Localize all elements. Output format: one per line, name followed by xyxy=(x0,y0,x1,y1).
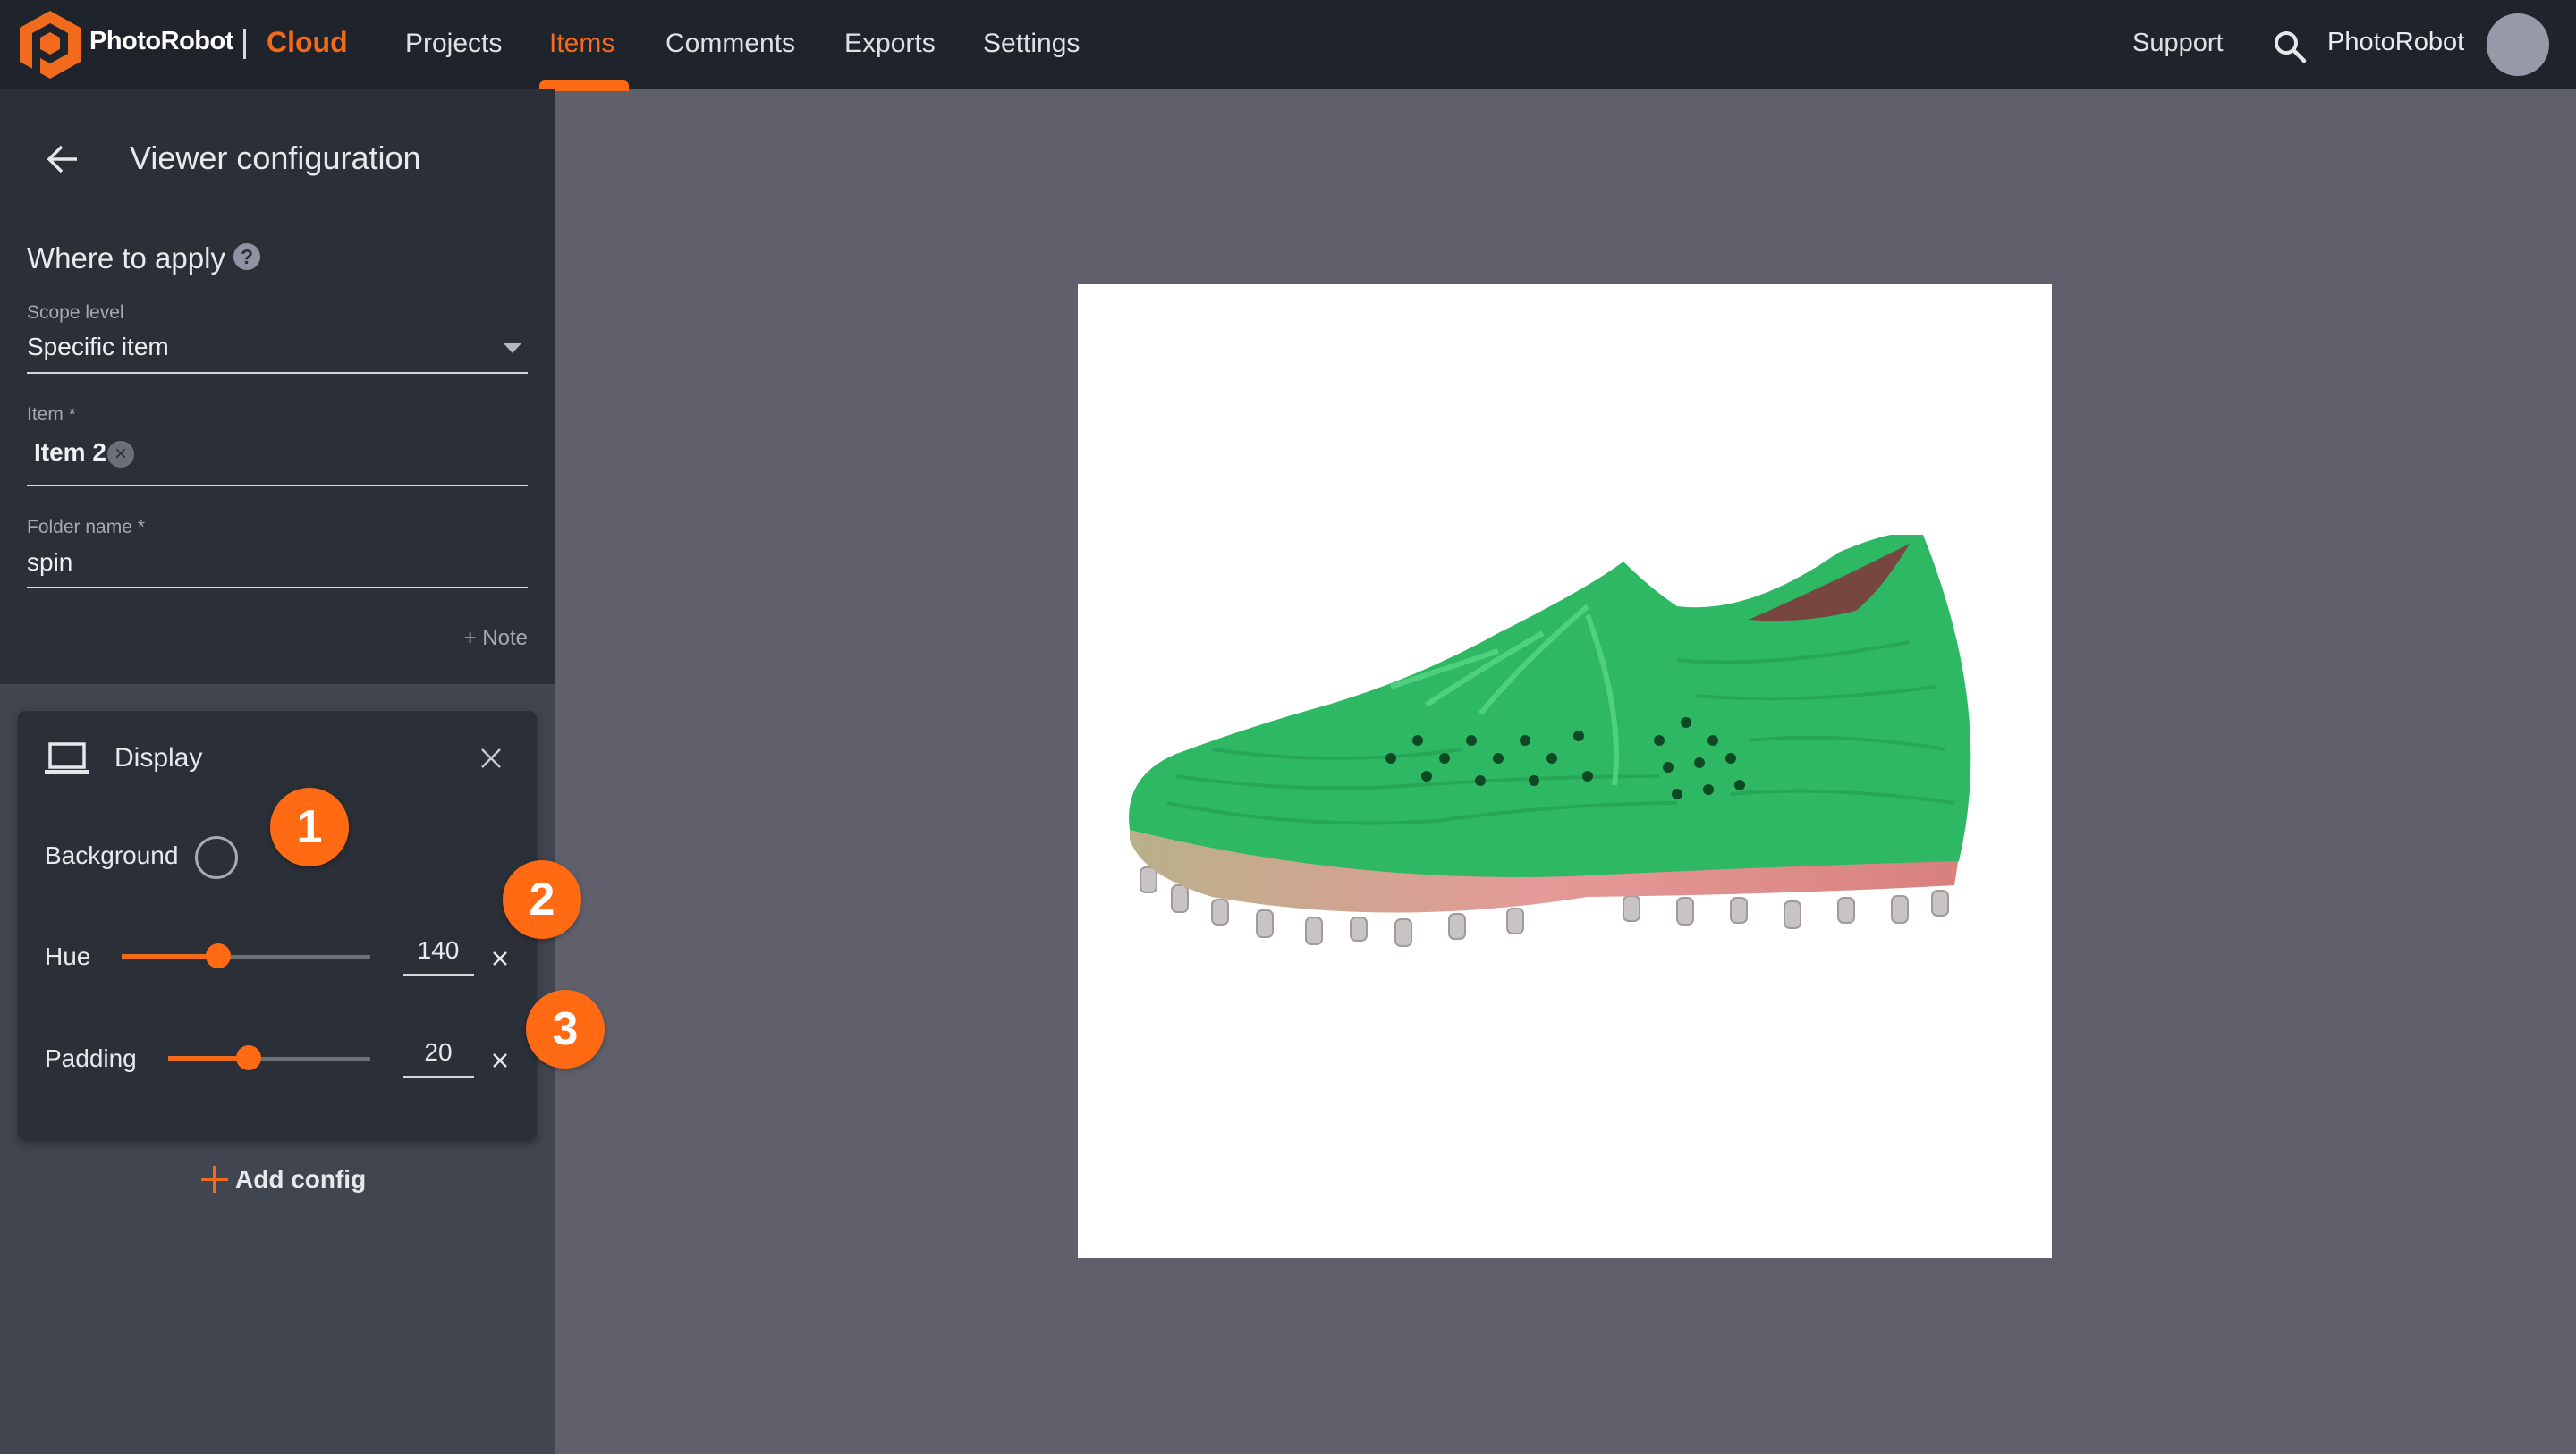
chevron-down-icon[interactable] xyxy=(504,343,521,353)
nav-exports[interactable]: Exports xyxy=(844,29,936,59)
hue-label: Hue xyxy=(45,943,91,970)
slider-thumb[interactable] xyxy=(236,1045,262,1070)
section-title: Where to apply xyxy=(27,241,225,275)
annotation-badge-2: 2 xyxy=(503,860,581,939)
item-field-underline xyxy=(27,485,528,486)
brand-name[interactable]: PhotoRobot xyxy=(89,27,233,56)
top-navigation-bar: PhotoRobot Cloud Projects Items Comments… xyxy=(0,0,2576,91)
nav-projects[interactable]: Projects xyxy=(405,29,502,59)
clear-hue-icon[interactable] xyxy=(490,949,510,968)
padding-value-input[interactable]: 20 xyxy=(402,1038,474,1078)
folder-name-label: Folder name * xyxy=(27,517,145,537)
slider-fill xyxy=(122,954,219,959)
help-icon[interactable]: ? xyxy=(233,243,260,270)
card-title: Display xyxy=(114,743,203,773)
viewer-preview[interactable] xyxy=(1078,284,2052,1258)
display-config-card: Display Background Hue 140 Padding 20 xyxy=(18,711,537,1140)
search-icon[interactable] xyxy=(2272,29,2308,64)
photorobot-logo-icon[interactable] xyxy=(16,9,84,80)
brand-divider xyxy=(243,29,246,59)
user-name[interactable]: PhotoRobot xyxy=(2327,28,2464,57)
viewer-configuration-panel: Viewer configuration Where to apply ? Sc… xyxy=(0,89,555,1454)
back-arrow-icon[interactable] xyxy=(45,141,80,177)
item-label: Item * xyxy=(27,404,76,425)
hue-slider[interactable] xyxy=(122,943,370,970)
slider-thumb[interactable] xyxy=(206,943,232,968)
scope-level-underline xyxy=(27,372,528,374)
clear-padding-icon[interactable] xyxy=(490,1051,510,1070)
padding-slider[interactable] xyxy=(168,1045,370,1072)
chip-remove-icon[interactable]: × xyxy=(107,441,134,468)
laptop-icon xyxy=(45,742,89,774)
item-chip[interactable]: Item 2 xyxy=(34,438,106,467)
annotation-badge-1: 1 xyxy=(270,788,349,866)
background-label: Background xyxy=(45,841,179,869)
where-to-apply-section: Viewer configuration Where to apply ? Sc… xyxy=(0,89,555,684)
plus-icon xyxy=(201,1166,228,1193)
add-config-label: Add config xyxy=(235,1165,367,1193)
nav-items[interactable]: Items xyxy=(549,29,614,59)
product-image-football-boot xyxy=(1129,535,1971,947)
scope-level-label: Scope level xyxy=(27,302,124,323)
padding-label: Padding xyxy=(45,1044,137,1072)
support-link[interactable]: Support xyxy=(2132,29,2224,58)
folder-name-input[interactable]: spin xyxy=(27,548,72,577)
add-note-link[interactable]: + Note xyxy=(464,626,528,651)
scope-level-select[interactable]: Specific item xyxy=(27,333,169,361)
add-config-button[interactable]: Add config xyxy=(201,1165,366,1194)
folder-name-underline xyxy=(27,587,528,588)
nav-comments[interactable]: Comments xyxy=(665,29,795,59)
nav-settings[interactable]: Settings xyxy=(983,29,1080,59)
product-name: Cloud xyxy=(267,26,348,58)
avatar[interactable] xyxy=(2487,13,2549,76)
hue-value-input[interactable]: 140 xyxy=(402,936,474,976)
panel-title: Viewer configuration xyxy=(130,139,421,176)
close-icon[interactable] xyxy=(479,747,503,770)
annotation-badge-3: 3 xyxy=(526,990,605,1069)
background-color-picker[interactable] xyxy=(195,836,238,879)
